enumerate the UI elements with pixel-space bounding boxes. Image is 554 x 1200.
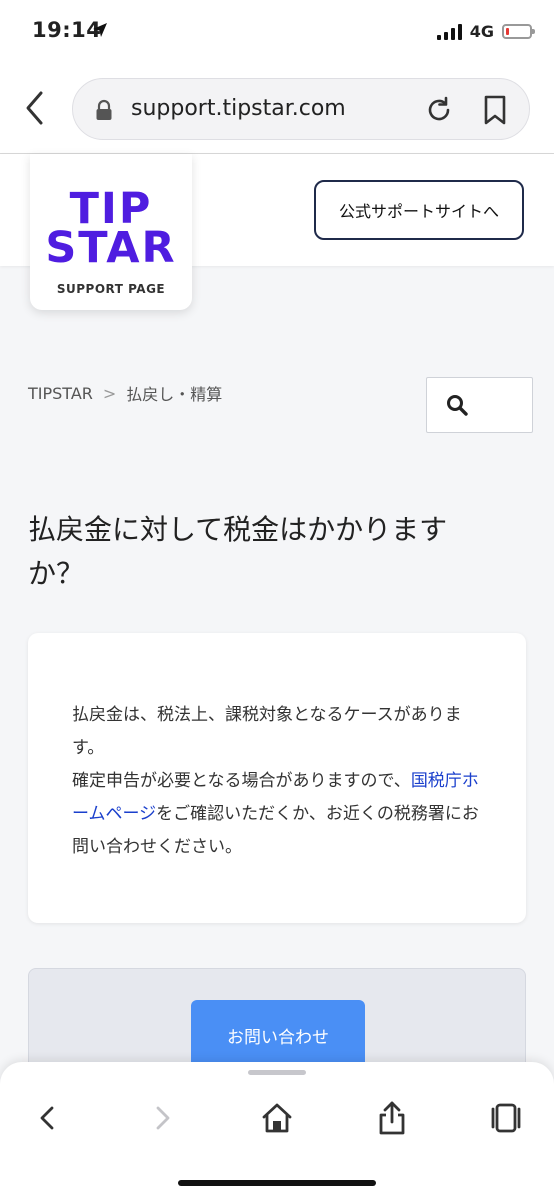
official-support-site-button[interactable]: 公式サポートサイトへ [314, 180, 524, 240]
answer-text: 払戻金は、税法上、課税対象となるケースがあります。確定申告が必要となる場合があり… [72, 699, 486, 864]
home-icon[interactable] [259, 1100, 295, 1136]
browser-address-bar: support.tipstar.com [0, 68, 554, 154]
breadcrumb-current[interactable]: 払戻し・精算 [126, 381, 222, 405]
tabs-icon[interactable] [488, 1100, 524, 1136]
home-indicator[interactable] [178, 1180, 376, 1186]
battery-icon [502, 24, 535, 39]
url-bar[interactable]: support.tipstar.com [72, 78, 530, 140]
answer-card: 払戻金は、税法上、課税対象となるケースがあります。確定申告が必要となる場合があり… [28, 633, 526, 923]
breadcrumb-root[interactable]: TIPSTAR [28, 384, 93, 403]
search-icon [447, 395, 468, 416]
back-chevron-icon[interactable] [22, 90, 48, 126]
breadcrumb: TIPSTAR > 払戻し・精算 [28, 381, 222, 405]
share-icon[interactable] [374, 1100, 410, 1136]
contact-button[interactable]: お問い合わせ [191, 1000, 365, 1070]
url-text[interactable]: support.tipstar.com [131, 96, 346, 121]
page-title: 払戻金に対して税金はかかりますか？ [28, 513, 448, 590]
back-icon[interactable] [30, 1100, 66, 1136]
logo-subtitle: SUPPORT PAGE [56, 282, 166, 296]
logo-line-2: STAR [45, 223, 177, 273]
browser-bottom-toolbar [0, 1062, 554, 1200]
forward-icon[interactable] [144, 1100, 180, 1136]
tipstar-logo[interactable]: TIP STAR SUPPORT PAGE [30, 154, 192, 310]
location-arrow-icon [93, 23, 107, 37]
battery-level-fill [506, 28, 509, 35]
search-button[interactable] [426, 377, 533, 433]
toolbar-grab-handle[interactable] [248, 1070, 306, 1075]
bookmark-icon[interactable] [483, 95, 507, 125]
status-bar: 19:14 4G [0, 0, 554, 68]
signal-strength-icon [436, 23, 462, 40]
reload-icon[interactable] [425, 96, 453, 124]
status-time: 19:14 [32, 18, 102, 42]
answer-text-part-1: 払戻金は、税法上、課税対象となるケースがあります。 [72, 705, 462, 758]
status-indicators: 4G [436, 22, 535, 41]
answer-text-part-2: 確定申告が必要となる場合がありますので、 [72, 771, 411, 791]
breadcrumb-separator: > [102, 383, 117, 403]
lock-icon [96, 99, 112, 120]
network-type: 4G [469, 22, 494, 41]
